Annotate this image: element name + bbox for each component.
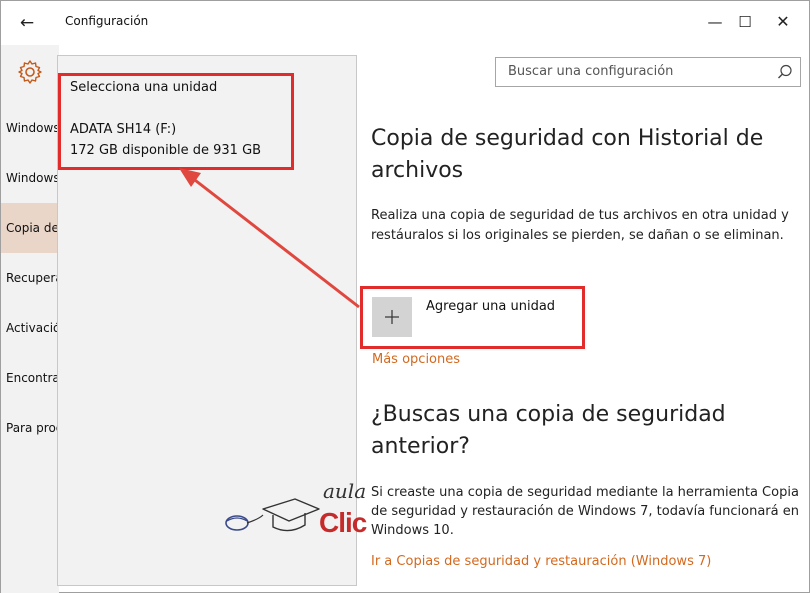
search-input[interactable]: Buscar una configuración	[508, 64, 673, 79]
page-title: Copia de seguridad con Historial de arch…	[371, 126, 764, 183]
sidebar: Windows Update Windows Defender Copia de…	[1, 45, 59, 593]
mouse-cap-logo-icon	[225, 498, 320, 532]
sidebar-item-find-device[interactable]: Encontrar mi dispositivo	[1, 353, 59, 403]
maximize-button[interactable]: ☐	[729, 11, 761, 33]
section-title-previous-backup: ¿Buscas una copia de seguridad anterior?	[371, 402, 726, 459]
sidebar-item-recovery[interactable]: Recuperación	[1, 253, 59, 303]
sidebar-item-windows-defender[interactable]: Windows Defender	[1, 153, 59, 203]
sidebar-item-activation[interactable]: Activación	[1, 303, 59, 353]
more-options-link[interactable]: Más opciones	[372, 352, 460, 367]
close-button[interactable]: ✕	[767, 11, 799, 33]
window-title: Configuración	[65, 14, 149, 28]
logo-text-aula: aula	[323, 479, 367, 503]
back-arrow-icon[interactable]: ←	[15, 13, 39, 33]
sidebar-item-windows-update[interactable]: Windows Update	[1, 103, 59, 153]
previous-backup-description: Si creaste una copia de seguridad median…	[371, 485, 799, 538]
logo-text-clic: Clic	[319, 507, 367, 538]
gear-icon[interactable]	[17, 59, 43, 85]
settings-window: ← Configuración — ☐ ✕ Windows Update Win…	[0, 0, 810, 593]
minimize-button[interactable]: —	[699, 11, 731, 33]
search-box[interactable]: Buscar una configuración	[495, 57, 801, 87]
aulaclic-logo: aula Clic	[219, 479, 379, 547]
backup-description: Realiza una copia de seguridad de tus ar…	[371, 208, 789, 243]
annotation-box-add-drive	[360, 286, 585, 349]
annotation-box-drive	[58, 73, 294, 170]
restore-windows7-link[interactable]: Ir a Copias de seguridad y restauración …	[371, 554, 711, 569]
search-icon[interactable]	[776, 63, 794, 81]
sidebar-item-developers[interactable]: Para programadores	[1, 403, 59, 453]
sidebar-item-backup[interactable]: Copia de seguridad	[1, 203, 59, 253]
title-bar: ← Configuración — ☐ ✕	[1, 1, 809, 45]
